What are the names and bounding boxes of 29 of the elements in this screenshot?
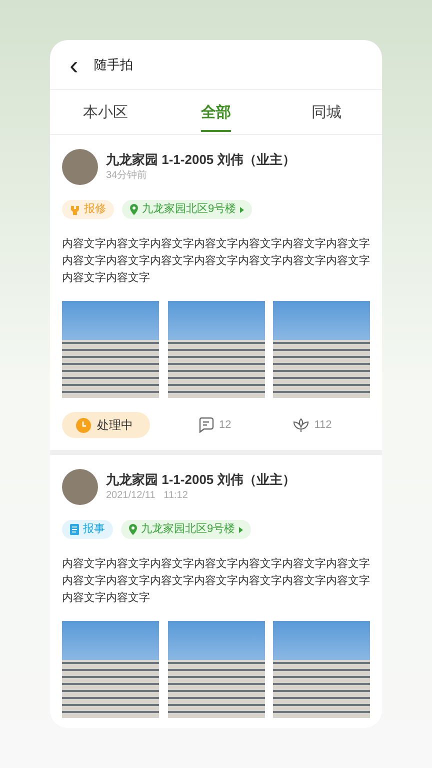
tab[interactable]: 同城 <box>271 90 382 134</box>
tab[interactable]: 全部 <box>160 90 272 134</box>
caret-icon <box>240 206 244 212</box>
category-tag: 报修 <box>62 200 114 219</box>
post-content: 内容文字内容文字内容文字内容文字内容文字内容文字内容文字内容文字内容文字内容文字内容文字内容文字内容文字内容文字内容文字内容文字 <box>62 236 370 286</box>
like-count[interactable]: 112 <box>293 416 332 434</box>
document-icon <box>70 524 79 535</box>
tab[interactable]: 本小区 <box>50 90 161 134</box>
location-tag[interactable]: 九龙家园北区9号楼 <box>122 200 252 219</box>
flower-icon <box>293 417 310 433</box>
category-tag: 报事 <box>62 520 113 539</box>
post-time: 34分钟前 <box>106 169 148 183</box>
status-pill: 处理中 <box>62 412 150 438</box>
page-title: 随手拍 <box>94 56 133 74</box>
post-content: 内容文字内容文字内容文字内容文字内容文字内容文字内容文字内容文字内容文字内容文字内容文字内容文字内容文字内容文字内容文字内容文字 <box>62 556 370 606</box>
location-pin-icon <box>130 204 138 215</box>
author-name: 九龙家园 1-1-2005 刘伟（业主） <box>106 151 296 169</box>
avatar <box>62 469 98 505</box>
location-pin-icon <box>129 524 137 535</box>
post-time: 2021/12/11 11:12 <box>106 489 189 503</box>
chat-bubble-icon <box>198 417 214 433</box>
avatar <box>62 149 98 185</box>
author-name: 九龙家园 1-1-2005 刘伟（业主） <box>106 471 296 489</box>
location-tag[interactable]: 九龙家园北区9号楼 <box>121 520 252 539</box>
clock-icon <box>76 418 91 432</box>
comment-count[interactable]: 12 <box>198 416 232 434</box>
wrench-icon <box>70 204 80 214</box>
caret-icon <box>239 526 244 532</box>
back-button[interactable]: ‹ <box>66 52 82 78</box>
